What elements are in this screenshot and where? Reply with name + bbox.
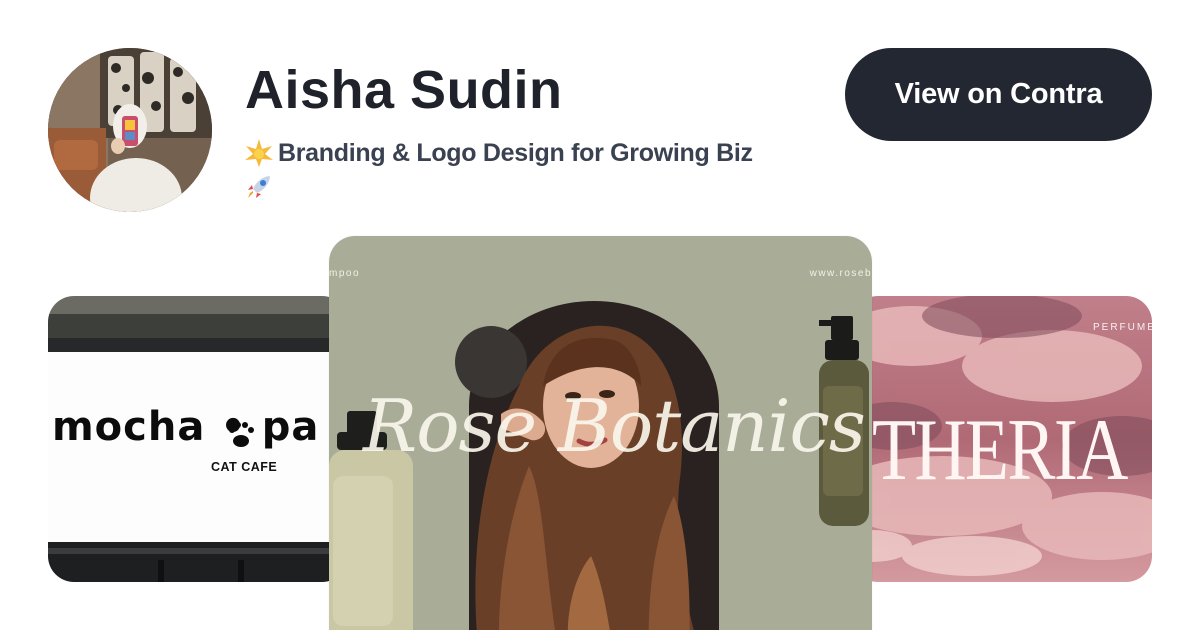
profile-name: Aisha Sudin (245, 60, 563, 120)
portfolio-card-theria[interactable]: PERFUME THERIA (852, 296, 1152, 582)
avatar (48, 48, 212, 212)
view-on-contra-button[interactable]: View on Contra (845, 48, 1152, 141)
portfolio-card-rose-botanics[interactable]: mpoo www.roseb Rose Botanics (329, 236, 872, 630)
profile-tagline: Branding & Logo Design for Growing Biz (244, 136, 804, 204)
mocha-storefront-image (48, 296, 348, 582)
portfolio-card-mocha[interactable]: mocha • pa CAT CAFE (48, 296, 348, 582)
profile-share-card: Aisha Sudin Branding & Logo Design for G… (0, 0, 1200, 630)
theria-clouds-image (852, 296, 1152, 582)
sparkle-star-icon (244, 138, 274, 168)
tagline-text: Branding & Logo Design for Growing Biz (278, 139, 753, 167)
avatar-photo (48, 48, 212, 212)
rocket-icon (244, 172, 274, 202)
rose-botanics-image (329, 236, 872, 630)
